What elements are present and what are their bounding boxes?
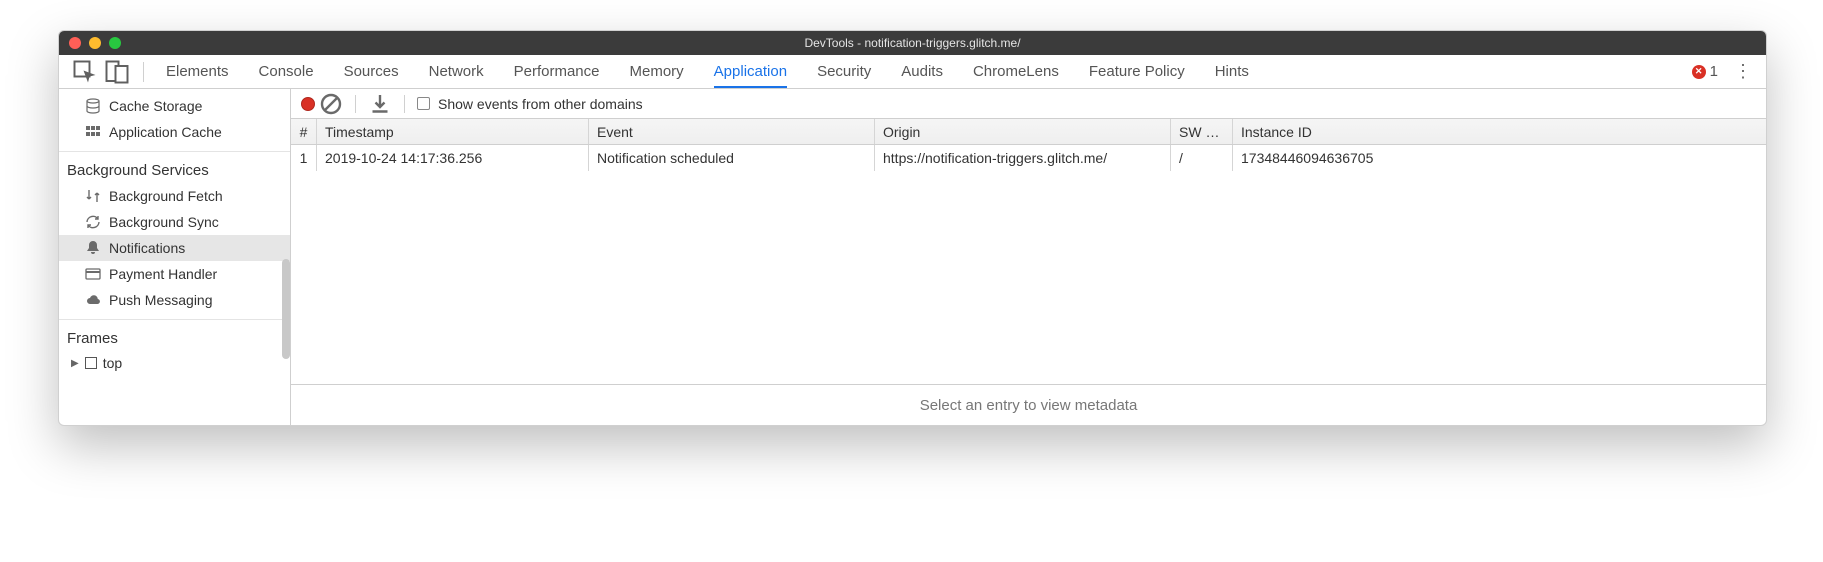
sidebar-item-label: Push Messaging <box>109 292 213 308</box>
td-number: 1 <box>291 145 317 171</box>
grid-icon <box>85 124 101 140</box>
clear-button[interactable] <box>319 92 343 116</box>
transfer-icon <box>85 188 101 204</box>
tab-elements[interactable]: Elements <box>166 56 229 88</box>
zoom-window-button[interactable] <box>109 37 121 49</box>
more-menu-button[interactable]: ⋮ <box>1730 61 1756 82</box>
table-row[interactable]: 1 2019-10-24 14:17:36.256 Notification s… <box>291 145 1766 171</box>
window-title: DevTools - notification-triggers.glitch.… <box>804 36 1020 50</box>
th-instance-id[interactable]: Instance ID <box>1233 119 1766 144</box>
sidebar-item-label: Application Cache <box>109 124 222 140</box>
td-origin: https://notification-triggers.glitch.me/ <box>875 145 1171 171</box>
th-event[interactable]: Event <box>589 119 875 144</box>
sidebar-item-background-fetch[interactable]: Background Fetch <box>59 183 290 209</box>
separator <box>355 95 356 113</box>
th-number[interactable]: # <box>291 119 317 144</box>
database-icon <box>85 98 101 114</box>
error-count-badge[interactable]: 1 <box>1692 63 1718 80</box>
th-origin[interactable]: Origin <box>875 119 1171 144</box>
close-window-button[interactable] <box>69 37 81 49</box>
checkbox-box[interactable] <box>417 97 430 110</box>
tab-chromelens[interactable]: ChromeLens <box>973 56 1059 88</box>
tab-feature-policy[interactable]: Feature Policy <box>1089 56 1185 88</box>
sidebar-item-label: Background Sync <box>109 214 219 230</box>
th-timestamp[interactable]: Timestamp <box>317 119 589 144</box>
sidebar-item-push-messaging[interactable]: Push Messaging <box>59 287 290 313</box>
error-count: 1 <box>1710 63 1718 80</box>
checkbox-label: Show events from other domains <box>438 96 643 112</box>
separator <box>143 62 144 82</box>
th-sw-scope[interactable]: SW … <box>1171 119 1233 144</box>
main-toolbar: Elements Console Sources Network Perform… <box>59 55 1766 89</box>
sidebar-item-application-cache[interactable]: Application Cache <box>59 119 290 145</box>
td-event: Notification scheduled <box>589 145 875 171</box>
tab-application[interactable]: Application <box>714 56 787 88</box>
table-header-row: # Timestamp Event Origin SW … Instance I… <box>291 119 1766 145</box>
devtools-window: DevTools - notification-triggers.glitch.… <box>58 30 1767 426</box>
inspect-element-icon[interactable] <box>73 60 97 84</box>
tab-audits[interactable]: Audits <box>901 56 943 88</box>
tab-sources[interactable]: Sources <box>344 56 399 88</box>
bell-icon <box>85 240 101 256</box>
tab-hints[interactable]: Hints <box>1215 56 1249 88</box>
sidebar-section-frames: Frames <box>59 319 290 351</box>
sidebar-scrollbar-thumb[interactable] <box>282 259 290 359</box>
tab-security[interactable]: Security <box>817 56 871 88</box>
show-other-domains-checkbox[interactable]: Show events from other domains <box>417 96 643 112</box>
frame-icon <box>85 357 97 369</box>
error-icon <box>1692 65 1706 79</box>
sidebar-item-label: Cache Storage <box>109 98 202 114</box>
sidebar-item-cache-storage[interactable]: Cache Storage <box>59 93 290 119</box>
events-toolbar: Show events from other domains <box>291 89 1766 119</box>
table-body: 1 2019-10-24 14:17:36.256 Notification s… <box>291 145 1766 384</box>
metadata-hint: Select an entry to view metadata <box>291 385 1766 425</box>
sidebar-item-label: top <box>103 355 122 371</box>
save-download-button[interactable] <box>368 92 392 116</box>
sidebar-item-label: Payment Handler <box>109 266 217 282</box>
tab-memory[interactable]: Memory <box>630 56 684 88</box>
minimize-window-button[interactable] <box>89 37 101 49</box>
td-instance-id: 17348446094636705 <box>1233 145 1766 171</box>
application-sidebar: Cache Storage Application Cache Backgrou… <box>59 89 291 425</box>
credit-card-icon <box>85 266 101 282</box>
record-button[interactable] <box>301 97 315 111</box>
cloud-icon <box>85 292 101 308</box>
sidebar-item-notifications[interactable]: Notifications <box>59 235 290 261</box>
sidebar-item-frame-top[interactable]: ▶ top <box>59 351 290 375</box>
tab-console[interactable]: Console <box>259 56 314 88</box>
device-toolbar-icon[interactable] <box>105 60 129 84</box>
sidebar-item-background-sync[interactable]: Background Sync <box>59 209 290 235</box>
panel-tabs: Elements Console Sources Network Perform… <box>166 56 1692 88</box>
events-table: # Timestamp Event Origin SW … Instance I… <box>291 119 1766 385</box>
separator <box>404 95 405 113</box>
window-titlebar: DevTools - notification-triggers.glitch.… <box>59 31 1766 55</box>
sidebar-item-label: Background Fetch <box>109 188 223 204</box>
sidebar-item-payment-handler[interactable]: Payment Handler <box>59 261 290 287</box>
sidebar-section-background-services: Background Services <box>59 151 290 183</box>
td-sw-scope: / <box>1171 145 1233 171</box>
traffic-lights <box>59 37 121 49</box>
sidebar-item-label: Notifications <box>109 240 185 256</box>
tab-performance[interactable]: Performance <box>514 56 600 88</box>
tab-network[interactable]: Network <box>429 56 484 88</box>
main-panel: Show events from other domains # Timesta… <box>291 89 1766 425</box>
disclosure-triangle-icon[interactable]: ▶ <box>71 358 79 369</box>
sync-icon <box>85 214 101 230</box>
td-timestamp: 2019-10-24 14:17:36.256 <box>317 145 589 171</box>
